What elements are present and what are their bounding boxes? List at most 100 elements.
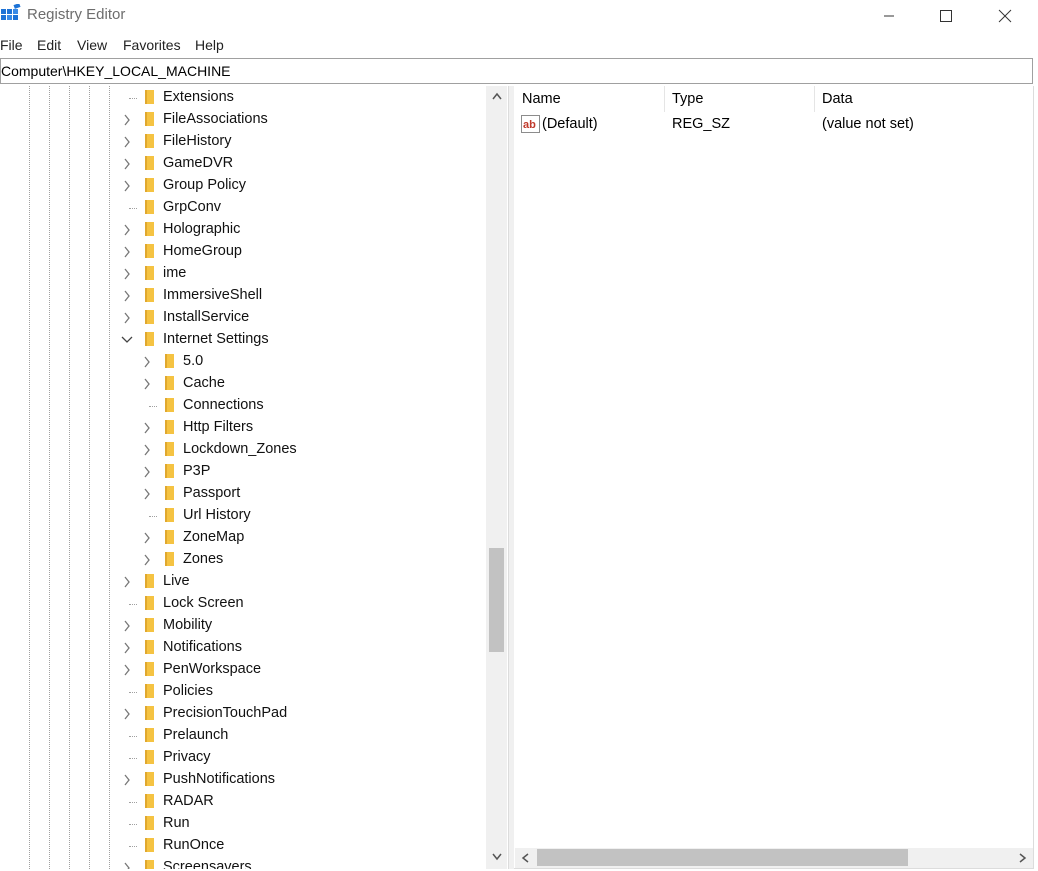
scroll-thumb[interactable] bbox=[537, 849, 908, 866]
tree-node[interactable]: Holographic bbox=[0, 219, 486, 241]
tree-node[interactable]: PrecisionTouchPad bbox=[0, 703, 486, 725]
tree-node-label: PrecisionTouchPad bbox=[163, 705, 288, 721]
chevron-right-icon[interactable] bbox=[121, 772, 133, 788]
chevron-right-icon[interactable] bbox=[141, 552, 153, 568]
chevron-right-icon[interactable] bbox=[121, 574, 133, 590]
tree-node[interactable]: Internet Settings bbox=[0, 329, 486, 351]
maximize-button[interactable] bbox=[923, 0, 969, 31]
chevron-right-icon[interactable] bbox=[121, 112, 133, 128]
tree-node-label: InstallService bbox=[163, 309, 250, 325]
column-header-name[interactable]: Name bbox=[514, 86, 664, 112]
tree-node[interactable]: GrpConv bbox=[0, 197, 486, 219]
menu-view[interactable]: View bbox=[77, 37, 107, 53]
chevron-right-icon[interactable] bbox=[141, 420, 153, 436]
tree-node[interactable]: ImmersiveShell bbox=[0, 285, 486, 307]
menu-edit[interactable]: Edit bbox=[37, 37, 61, 53]
chevron-right-icon[interactable] bbox=[141, 442, 153, 458]
tree-node[interactable]: RADAR bbox=[0, 791, 486, 813]
address-bar[interactable]: Computer\HKEY_LOCAL_MACHINE bbox=[0, 58, 1033, 84]
tree-node[interactable]: ZoneMap bbox=[0, 527, 486, 549]
tree-node[interactable]: PenWorkspace bbox=[0, 659, 486, 681]
chevron-down-icon[interactable] bbox=[121, 332, 133, 348]
chevron-right-icon[interactable] bbox=[121, 706, 133, 722]
menu-favorites[interactable]: Favorites bbox=[123, 37, 181, 53]
chevron-right-icon[interactable] bbox=[121, 860, 133, 869]
list-horizontal-scrollbar[interactable] bbox=[515, 848, 1033, 868]
chevron-right-icon[interactable] bbox=[121, 244, 133, 260]
address-path[interactable]: Computer\HKEY_LOCAL_MACHINE bbox=[1, 63, 231, 79]
scroll-left-button[interactable] bbox=[515, 848, 535, 868]
tree-node-label: Mobility bbox=[163, 617, 213, 633]
tree-node[interactable]: RunOnce bbox=[0, 835, 486, 857]
chevron-right-icon[interactable] bbox=[121, 156, 133, 172]
tree-node[interactable]: Connections bbox=[0, 395, 486, 417]
tree-node[interactable]: Policies bbox=[0, 681, 486, 703]
tree-node[interactable]: P3P bbox=[0, 461, 486, 483]
chevron-right-icon[interactable] bbox=[121, 662, 133, 678]
chevron-right-icon[interactable] bbox=[121, 640, 133, 656]
chevron-right-icon[interactable] bbox=[141, 376, 153, 392]
tree-node[interactable]: Prelaunch bbox=[0, 725, 486, 747]
tree-node[interactable]: InstallService bbox=[0, 307, 486, 329]
column-header-type[interactable]: Type bbox=[664, 86, 814, 112]
chevron-right-icon[interactable] bbox=[121, 178, 133, 194]
tree-node-label: Lock Screen bbox=[163, 595, 244, 611]
column-header-data[interactable]: Data bbox=[814, 86, 1024, 112]
scroll-up-button[interactable] bbox=[486, 86, 507, 106]
tree-node[interactable]: Http Filters bbox=[0, 417, 486, 439]
tree-node[interactable]: FileAssociations bbox=[0, 109, 486, 131]
menu-help[interactable]: Help bbox=[195, 37, 224, 53]
tree-node-label: HomeGroup bbox=[163, 243, 242, 259]
tree-node[interactable]: Url History bbox=[0, 505, 486, 527]
tree-node[interactable]: ime bbox=[0, 263, 486, 285]
tree-node[interactable]: FileHistory bbox=[0, 131, 486, 153]
key-tree[interactable]: Extensions FileAssociations FileHistory Gam… bbox=[0, 86, 509, 869]
chevron-right-icon[interactable] bbox=[121, 288, 133, 304]
tree-node[interactable]: Lockdown_Zones bbox=[0, 439, 486, 461]
scroll-thumb[interactable] bbox=[489, 548, 504, 652]
close-button[interactable] bbox=[982, 0, 1028, 31]
value-row[interactable]: ab (Default) REG_SZ (value not set) bbox=[514, 114, 1024, 136]
values-list[interactable]: Name Type Data ab (Default) REG_SZ (valu… bbox=[514, 86, 1034, 869]
folder-icon bbox=[160, 486, 175, 501]
chevron-right-icon[interactable] bbox=[121, 222, 133, 238]
chevron-right-icon[interactable] bbox=[141, 354, 153, 370]
tree-vertical-scrollbar[interactable] bbox=[486, 86, 507, 869]
chevron-right-icon[interactable] bbox=[141, 530, 153, 546]
chevron-right-icon[interactable] bbox=[121, 310, 133, 326]
chevron-right-icon[interactable] bbox=[121, 618, 133, 634]
value-name: (Default) bbox=[542, 116, 598, 132]
svg-text:ab: ab bbox=[523, 119, 536, 131]
chevron-right-icon[interactable] bbox=[141, 464, 153, 480]
chevron-right-icon[interactable] bbox=[141, 486, 153, 502]
folder-icon bbox=[140, 574, 155, 589]
folder-icon bbox=[140, 288, 155, 303]
scroll-right-button[interactable] bbox=[1013, 848, 1033, 868]
folder-icon bbox=[140, 706, 155, 721]
tree-node[interactable]: PushNotifications bbox=[0, 769, 486, 791]
tree-node[interactable]: Passport bbox=[0, 483, 486, 505]
chevron-up-icon bbox=[491, 92, 502, 100]
tree-node[interactable]: Screensavers bbox=[0, 857, 486, 869]
tree-node[interactable]: Lock Screen bbox=[0, 593, 486, 615]
tree-node[interactable]: Mobility bbox=[0, 615, 486, 637]
tree-node[interactable]: HomeGroup bbox=[0, 241, 486, 263]
scroll-down-button[interactable] bbox=[486, 847, 507, 867]
tree-node[interactable]: Cache bbox=[0, 373, 486, 395]
tree-node[interactable]: GameDVR bbox=[0, 153, 486, 175]
chevron-right-icon[interactable] bbox=[121, 266, 133, 282]
tree-node[interactable]: Group Policy bbox=[0, 175, 486, 197]
menu-file[interactable]: File bbox=[0, 37, 23, 53]
tree-node[interactable]: Zones bbox=[0, 549, 486, 571]
tree-node-label: Privacy bbox=[163, 749, 211, 765]
tree-node[interactable]: Run bbox=[0, 813, 486, 835]
tree-node-label: Run bbox=[163, 815, 190, 831]
tree-node[interactable]: Live bbox=[0, 571, 486, 593]
tree-node-label: Policies bbox=[163, 683, 213, 699]
tree-node[interactable]: Privacy bbox=[0, 747, 486, 769]
tree-node[interactable]: 5.0 bbox=[0, 351, 486, 373]
chevron-right-icon[interactable] bbox=[121, 134, 133, 150]
tree-node[interactable]: Extensions bbox=[0, 87, 486, 109]
tree-node[interactable]: Notifications bbox=[0, 637, 486, 659]
minimize-button[interactable] bbox=[866, 0, 912, 31]
